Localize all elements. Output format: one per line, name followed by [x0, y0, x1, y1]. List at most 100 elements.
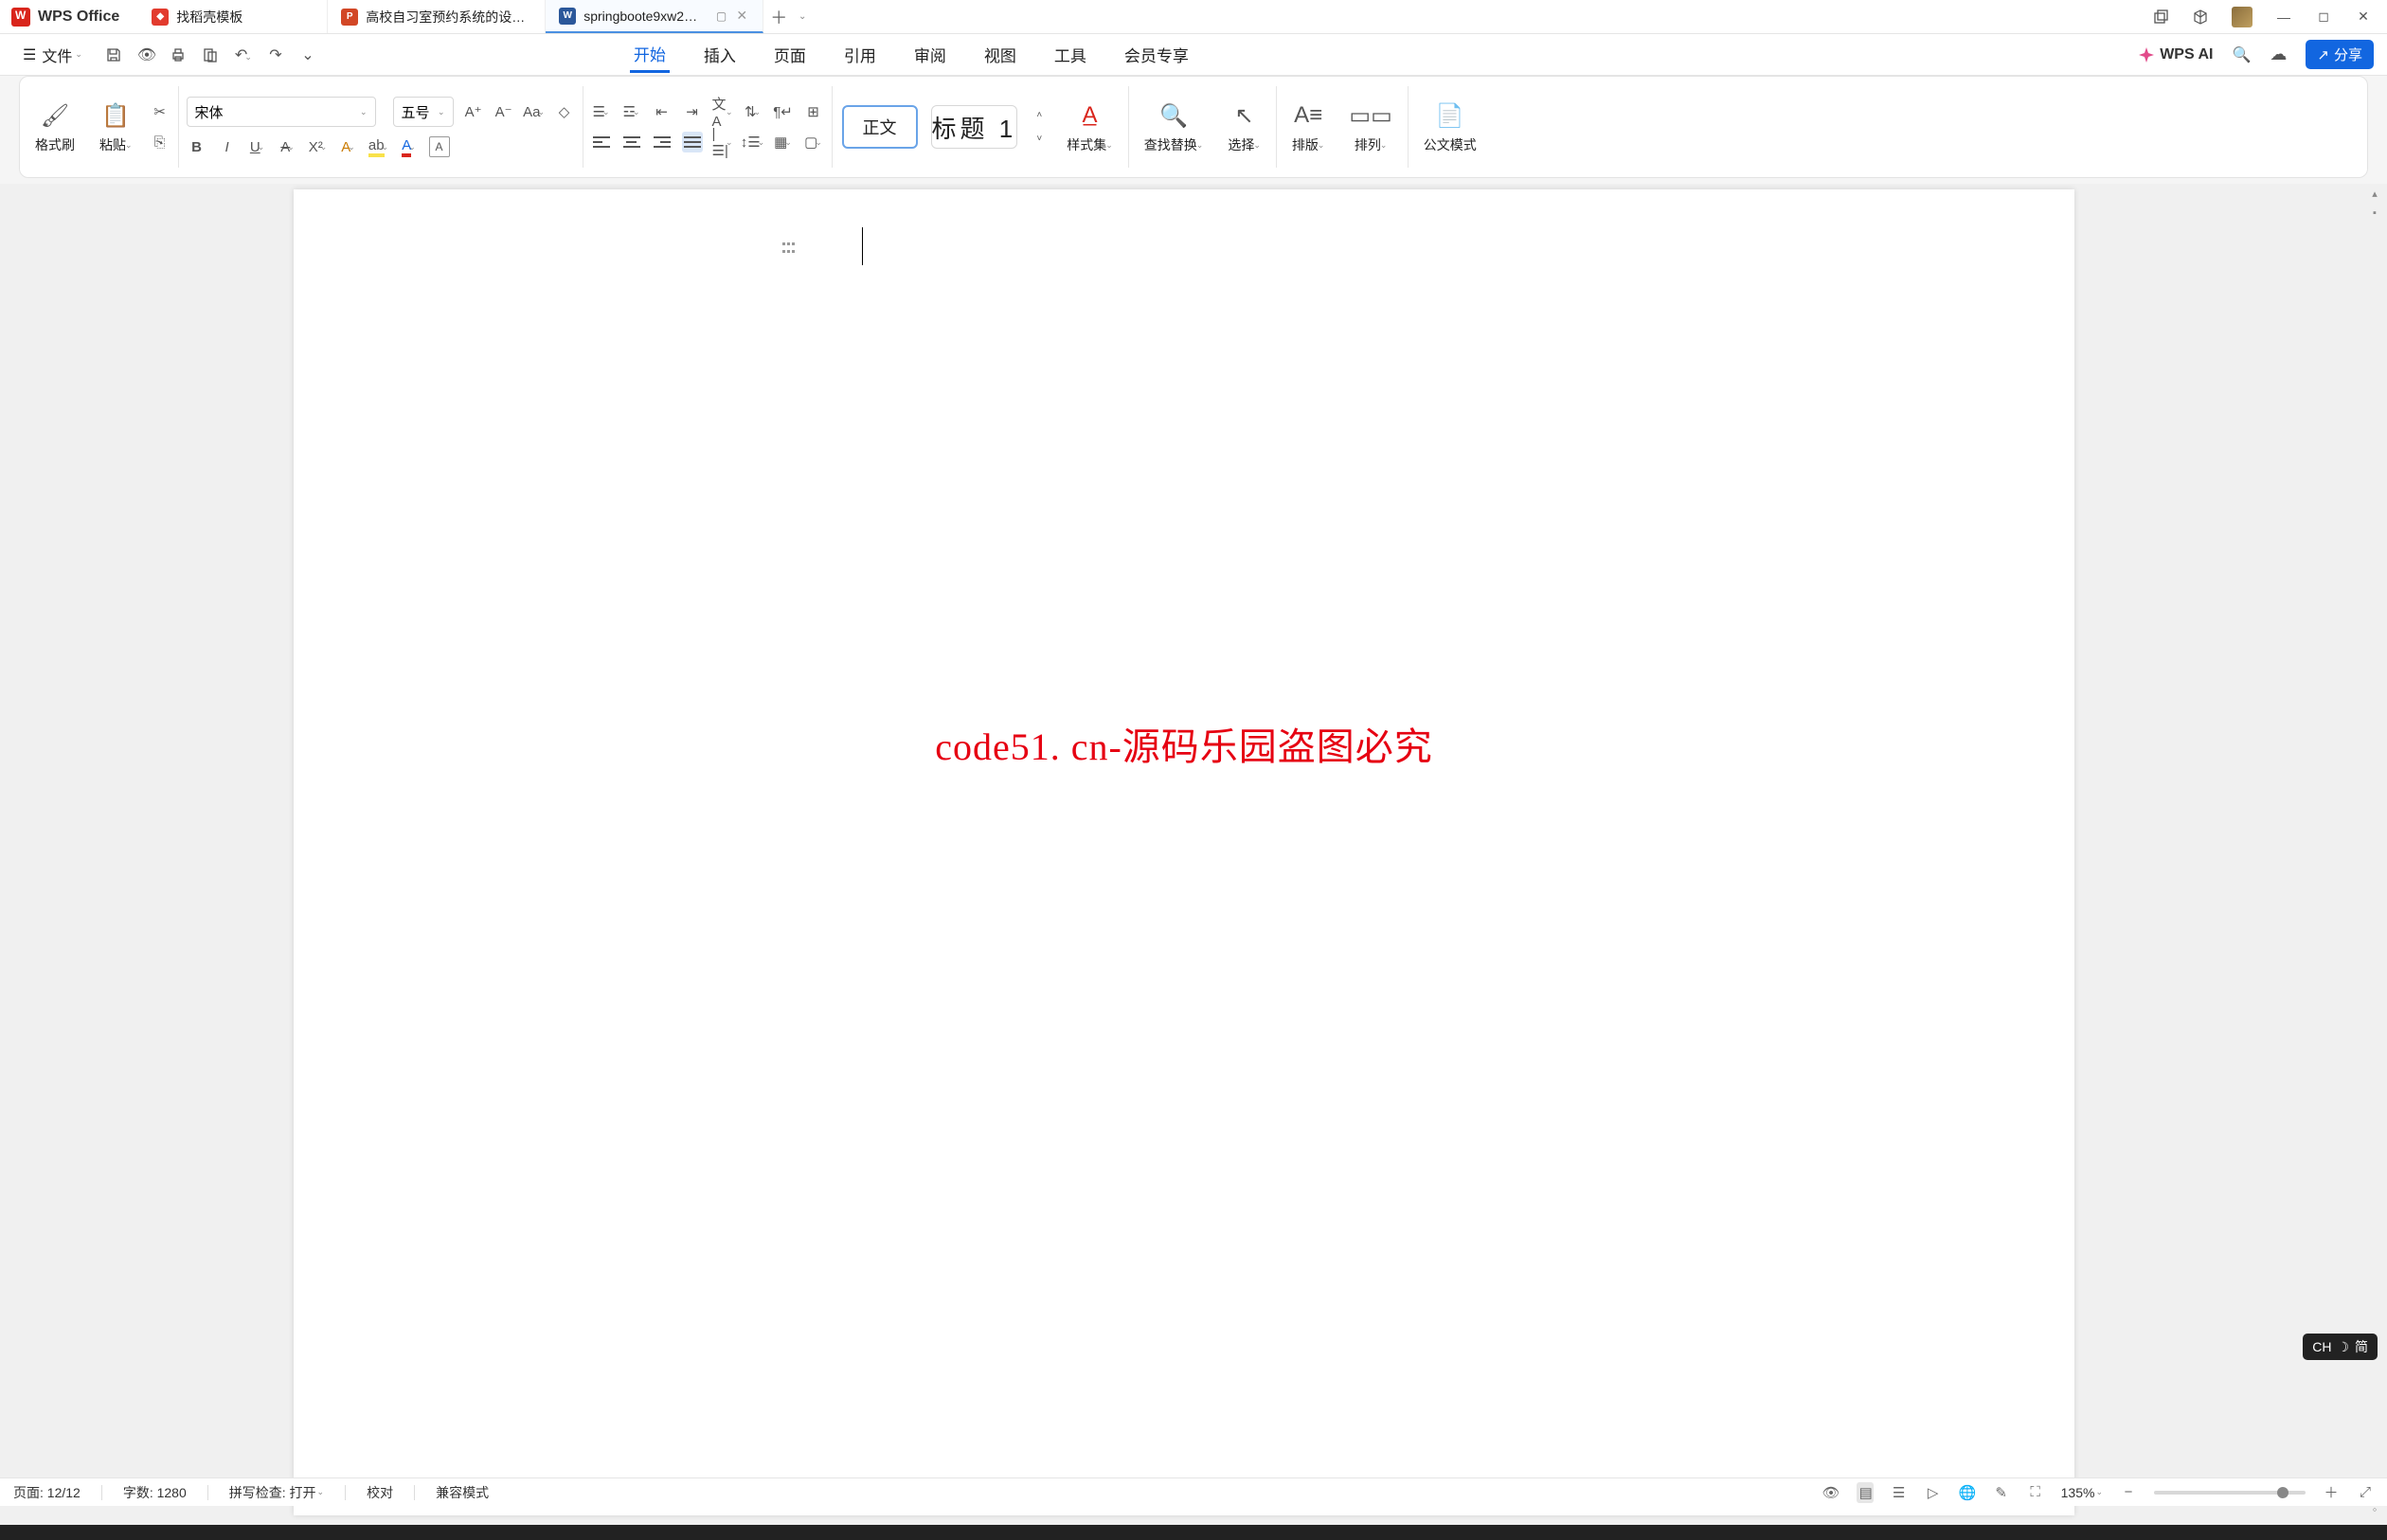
- bulleted-list-icon[interactable]: ☰⌄: [591, 101, 612, 122]
- text-effects-button[interactable]: A⌄: [338, 136, 359, 157]
- status-compat[interactable]: 兼容模式: [436, 1483, 489, 1502]
- menu-review[interactable]: 审阅: [910, 37, 950, 72]
- line-break-icon[interactable]: ¶↵: [773, 101, 794, 122]
- fullscreen-icon[interactable]: ⤢: [2357, 1484, 2374, 1500]
- styles-set-button[interactable]: A̲ 样式集⌄: [1059, 99, 1121, 154]
- italic-button[interactable]: I: [217, 136, 238, 157]
- outline-view-icon[interactable]: ☰: [1891, 1484, 1908, 1501]
- fit-view-icon[interactable]: ⛶: [2027, 1484, 2044, 1500]
- wps-ai-button[interactable]: WPS AI: [2139, 46, 2213, 63]
- menu-page[interactable]: 页面: [770, 37, 810, 72]
- menu-ref[interactable]: 引用: [840, 37, 880, 72]
- style-scroll-up-icon[interactable]: ˄: [1029, 105, 1050, 126]
- show-marks-icon[interactable]: ⊞: [803, 101, 824, 122]
- cut-icon[interactable]: ✂: [150, 101, 170, 122]
- shading-icon[interactable]: ▦⌄: [773, 132, 794, 152]
- undo-icon[interactable]: ↶⌄: [234, 45, 253, 64]
- zoom-in-icon[interactable]: ＋: [2323, 1482, 2340, 1502]
- eye-icon[interactable]: 👁: [1822, 1484, 1840, 1501]
- borders-icon[interactable]: ▢⌄: [803, 132, 824, 152]
- status-page[interactable]: 页面: 12/12: [13, 1483, 81, 1502]
- tab-ppt[interactable]: P 高校自习室预约系统的设计与实现.pp: [328, 0, 546, 33]
- highlight-button[interactable]: ab⌄: [368, 136, 389, 157]
- font-color-button[interactable]: A⌄: [399, 136, 420, 157]
- bold-button[interactable]: B: [187, 136, 207, 157]
- distribute-icon[interactable]: |☰|⌄: [712, 132, 733, 152]
- qat-more-icon[interactable]: ⌄: [298, 45, 317, 64]
- save-icon[interactable]: [105, 46, 124, 63]
- sort-icon[interactable]: ⇅⌄: [743, 101, 763, 122]
- tab-preview-icon[interactable]: ▢: [716, 9, 727, 23]
- change-case-icon[interactable]: Aa⌄: [524, 101, 545, 122]
- shrink-font-icon[interactable]: A⁻: [494, 101, 514, 122]
- focus-mode-icon[interactable]: ✎: [1993, 1484, 2010, 1501]
- window-maximize-icon[interactable]: ◻: [2315, 9, 2332, 26]
- style-scroll-down-icon[interactable]: ˅: [1029, 129, 1050, 150]
- status-spellcheck[interactable]: 拼写检查: 打开 ⌄: [229, 1483, 324, 1502]
- menu-tools[interactable]: 工具: [1050, 37, 1090, 72]
- decrease-indent-icon[interactable]: ⇤: [652, 101, 673, 122]
- paste-button[interactable]: 📋 粘贴⌄: [92, 99, 140, 154]
- status-words[interactable]: 字数: 1280: [123, 1483, 187, 1502]
- share-button[interactable]: ↗ 分享: [2306, 40, 2374, 69]
- menu-insert[interactable]: 插入: [700, 37, 740, 72]
- select-button[interactable]: ↖ 选择⌄: [1220, 99, 1268, 154]
- style-normal[interactable]: 正文: [842, 105, 918, 149]
- menu-vip[interactable]: 会员专享: [1121, 37, 1193, 72]
- ime-indicator[interactable]: CH ☽ 简: [2303, 1334, 2378, 1360]
- print-preview-icon[interactable]: 👁: [137, 45, 156, 64]
- zoom-value[interactable]: 135% ⌄: [2061, 1485, 2103, 1500]
- menu-home[interactable]: 开始: [630, 36, 670, 73]
- arrange-button[interactable]: ▭▭ 排列⌄: [1341, 99, 1399, 154]
- zoom-out-icon[interactable]: −: [2120, 1484, 2137, 1500]
- grow-font-icon[interactable]: A⁺: [463, 101, 484, 122]
- strike-button[interactable]: A⌄: [278, 136, 298, 157]
- page-view-icon[interactable]: ▤: [1857, 1482, 1874, 1503]
- status-proof[interactable]: 校对: [367, 1483, 393, 1502]
- official-mode-button[interactable]: 📄 公文模式: [1416, 99, 1484, 154]
- align-right-button[interactable]: [652, 132, 673, 152]
- find-replace-button[interactable]: 🔍 查找替换⌄: [1137, 99, 1211, 154]
- line-spacing-icon[interactable]: ↕☰⌄: [743, 132, 763, 152]
- phonetic-guide-icon[interactable]: A: [429, 136, 450, 157]
- anchor-handle-icon[interactable]: [782, 242, 796, 256]
- zoom-thumb[interactable]: [2277, 1487, 2288, 1498]
- menu-view[interactable]: 视图: [980, 37, 1020, 72]
- typeset-button[interactable]: A≡ 排版⌄: [1284, 99, 1333, 154]
- redo-icon[interactable]: ↷: [266, 45, 285, 64]
- zoom-slider[interactable]: [2154, 1491, 2306, 1495]
- scroll-page-icon[interactable]: ▪: [2373, 204, 2377, 223]
- read-view-icon[interactable]: ▷: [1925, 1484, 1942, 1501]
- document-page[interactable]: code51. cn-源码乐园盗图必究: [294, 189, 2074, 1515]
- format-painter-button[interactable]: 🖌 格式刷: [27, 99, 82, 154]
- align-left-button[interactable]: [591, 132, 612, 152]
- superscript-button[interactable]: X²⌄: [308, 136, 329, 157]
- web-view-icon[interactable]: 🌐: [1959, 1484, 1976, 1501]
- user-avatar[interactable]: [2232, 7, 2252, 27]
- tab-new-dropdown[interactable]: ⌄: [794, 0, 811, 33]
- tab-active-doc[interactable]: W springboote9xw2数据库文档 ▢ ✕: [546, 0, 763, 33]
- search-icon[interactable]: 🔍: [2232, 45, 2251, 64]
- window-close-icon[interactable]: ✕: [2355, 9, 2372, 26]
- tab-new-button[interactable]: ＋: [763, 0, 794, 33]
- export-icon[interactable]: [202, 46, 221, 63]
- underline-button[interactable]: U⌄: [247, 136, 268, 157]
- cube-icon[interactable]: [2192, 9, 2209, 26]
- cloud-upload-icon[interactable]: ☁: [2270, 45, 2287, 64]
- style-heading1[interactable]: 标题 1: [931, 105, 1018, 149]
- text-direction-icon[interactable]: 文A⌄: [712, 101, 733, 122]
- scroll-up-icon[interactable]: ▴: [2372, 184, 2378, 204]
- font-size-select[interactable]: 五号 ⌄: [393, 97, 454, 127]
- tab-template[interactable]: ◆ 找稻壳模板: [138, 0, 328, 33]
- increase-indent-icon[interactable]: ⇥: [682, 101, 703, 122]
- clear-format-icon[interactable]: ◇: [554, 101, 575, 122]
- align-justify-button[interactable]: [682, 132, 703, 152]
- copy-icon[interactable]: ⎘: [150, 132, 170, 152]
- numbered-list-icon[interactable]: ☲⌄: [621, 101, 642, 122]
- print-icon[interactable]: [170, 46, 188, 63]
- window-minimize-icon[interactable]: ―: [2275, 9, 2292, 26]
- multi-window-icon[interactable]: [2152, 9, 2169, 26]
- file-menu-button[interactable]: ☰ 文件 ⌄: [13, 40, 92, 70]
- tab-close-icon[interactable]: ✕: [734, 8, 749, 24]
- align-center-button[interactable]: [621, 132, 642, 152]
